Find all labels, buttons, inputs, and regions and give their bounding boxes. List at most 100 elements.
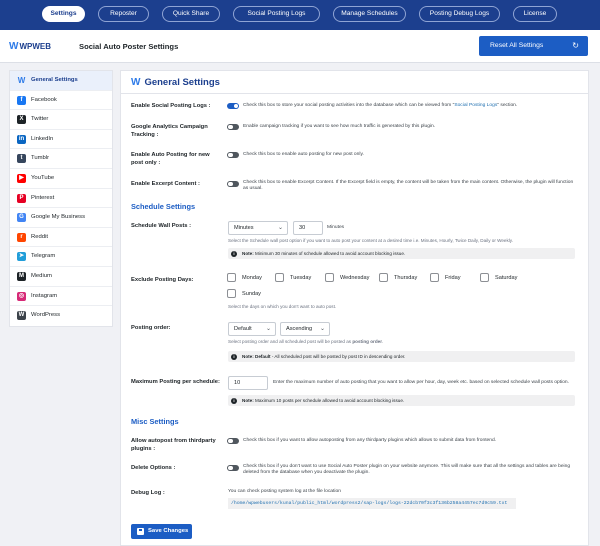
day-saturday-checkbox[interactable]: Saturday xyxy=(480,273,517,282)
checkbox[interactable] xyxy=(325,273,334,282)
tab-settings[interactable]: Settings xyxy=(42,6,85,22)
checkbox[interactable] xyxy=(379,273,388,282)
excerpt-description: Check this box to enable Excerpt Content… xyxy=(243,180,574,192)
sidebar-item-telegram[interactable]: ➤ Telegram xyxy=(10,247,112,267)
tab-social-posting-logs[interactable]: Social Posting Logs xyxy=(233,6,320,22)
day-wednesday-checkbox[interactable]: Wednesday xyxy=(325,273,369,282)
exclude-days-label: Exclude Posting Days: xyxy=(131,277,194,283)
sidebar-item-label: WordPress xyxy=(31,312,61,319)
telegram-icon: ➤ xyxy=(17,252,26,262)
debug-log-description: You can check posting system log at the … xyxy=(228,489,341,494)
tab-posting-debug-logs[interactable]: Posting Debug Logs xyxy=(419,6,500,22)
wpweb-logo-icon: W xyxy=(131,77,141,88)
excerpt-toggle[interactable] xyxy=(227,180,239,187)
enable-logs-label: Enable Social Posting Logs : xyxy=(131,103,211,109)
top-navigation: Settings Reposter Quick Share Social Pos… xyxy=(0,0,600,30)
sidebar-item-label: Instagram xyxy=(31,292,58,299)
tab-reposter[interactable]: Reposter xyxy=(98,6,149,22)
social-posting-logs-link[interactable]: Social Posting Logs xyxy=(454,103,497,108)
reset-button-label: Reset All Settings xyxy=(490,42,544,49)
info-icon: i xyxy=(231,250,237,257)
ga-tracking-toggle[interactable] xyxy=(227,123,239,130)
max-posting-input[interactable]: 10 xyxy=(228,376,268,390)
tumblr-icon: t xyxy=(17,154,26,164)
settings-header: WWPWEB Social Auto Poster Settings Reset… xyxy=(0,30,600,63)
reddit-icon: r xyxy=(17,232,26,242)
ga-tracking-description: Enable campaign tracking if you want to … xyxy=(243,124,436,129)
sidebar-item-label: Medium xyxy=(31,272,52,279)
delete-options-toggle[interactable] xyxy=(227,464,239,471)
checkbox[interactable] xyxy=(430,273,439,282)
misc-settings-heading: Misc Settings xyxy=(131,417,179,426)
max-posting-label: Maximum Posting per schedule: xyxy=(131,379,220,385)
thirdparty-toggle[interactable] xyxy=(227,437,239,444)
delete-options-description: Check this box if you don't want to use … xyxy=(243,464,571,476)
schedule-value-input[interactable]: 30 xyxy=(293,221,323,235)
sidebar-item-pinterest[interactable]: P Pinterest xyxy=(10,189,112,209)
wpweb-logo: WWPWEB xyxy=(9,41,52,52)
schedule-hint: Select the Schedule wall post option if … xyxy=(228,238,514,243)
day-sunday-checkbox[interactable]: Sunday xyxy=(227,289,261,298)
posting-order-hint: Select posting order and all scheduled p… xyxy=(228,339,384,344)
schedule-wall-label: Schedule Wall Posts : xyxy=(131,223,192,229)
reset-all-settings-button[interactable]: Reset All Settings ↻ xyxy=(479,36,588,56)
sidebar-item-twitter[interactable]: X Twitter xyxy=(10,110,112,130)
sidebar-item-label: Google My Business xyxy=(31,214,86,221)
info-icon: i xyxy=(231,353,237,360)
auto-new-description: Check this box to enable auto posting fo… xyxy=(243,152,364,157)
posting-order-direction-select[interactable]: Ascending ⌄ xyxy=(280,322,330,336)
sidebar-item-label: Telegram xyxy=(31,253,56,260)
save-changes-button[interactable]: Save Changes xyxy=(131,524,192,539)
checkbox[interactable] xyxy=(227,289,236,298)
save-icon xyxy=(137,528,144,535)
day-thursday-checkbox[interactable]: Thursday xyxy=(379,273,417,282)
checkbox[interactable] xyxy=(480,273,489,282)
day-monday-checkbox[interactable]: Monday xyxy=(227,273,262,282)
instagram-icon: ◎ xyxy=(17,291,26,301)
day-tuesday-checkbox[interactable]: Tuesday xyxy=(275,273,311,282)
sidebar-item-label: General Settings xyxy=(31,77,78,83)
reset-icon: ↻ xyxy=(572,41,579,50)
sidebar-item-label: YouTube xyxy=(31,174,55,181)
tab-manage-schedules[interactable]: Manage Schedules xyxy=(333,6,406,22)
debug-log-label: Debug Log : xyxy=(131,490,165,496)
pinterest-icon: P xyxy=(17,193,26,203)
tab-license[interactable]: License xyxy=(513,6,557,22)
youtube-icon: ▶ xyxy=(17,173,26,183)
ga-tracking-label: Google Analytics Campaign Tracking : xyxy=(131,124,208,138)
delete-options-label: Delete Options : xyxy=(131,465,176,471)
sidebar-item-linkedin[interactable]: in LinkedIn xyxy=(10,130,112,150)
sidebar-item-facebook[interactable]: f Facebook xyxy=(10,91,112,111)
sidebar-item-label: Facebook xyxy=(31,96,57,103)
exclude-days-hint: Select the days on which you don't want … xyxy=(228,304,337,309)
schedule-unit-select[interactable]: Minutes ⌄ xyxy=(228,221,288,235)
auto-new-label: Enable Auto Posting for new post only : xyxy=(131,152,210,166)
thirdparty-description: Check this box if you want to allow auto… xyxy=(243,438,497,443)
checkbox[interactable] xyxy=(275,273,284,282)
panel-title: W General Settings xyxy=(131,77,220,88)
medium-icon: M xyxy=(17,271,26,281)
twitter-icon: X xyxy=(17,115,26,125)
sidebar-item-google-my-business[interactable]: G Google My Business xyxy=(10,208,112,228)
auto-new-toggle[interactable] xyxy=(227,151,239,158)
sidebar-item-label: Twitter xyxy=(31,116,49,123)
sidebar-item-tumblr[interactable]: t Tumblr xyxy=(10,149,112,169)
schedule-note: i Note: Minimum 30 minutes of schedule al… xyxy=(228,248,575,259)
google-my-business-icon: G xyxy=(17,213,26,223)
sidebar-item-instagram[interactable]: ◎ Instagram xyxy=(10,287,112,307)
sidebar-item-youtube[interactable]: ▶ YouTube xyxy=(10,169,112,189)
sidebar-item-medium[interactable]: M Medium xyxy=(10,267,112,287)
checkbox[interactable] xyxy=(227,273,236,282)
day-friday-checkbox[interactable]: Friday xyxy=(430,273,461,282)
sidebar-item-label: Reddit xyxy=(31,233,49,240)
sidebar-item-reddit[interactable]: r Reddit xyxy=(10,228,112,248)
chevron-down-icon: ⌄ xyxy=(319,326,325,332)
sidebar-item-general-settings[interactable]: W General Settings xyxy=(10,71,112,91)
wpweb-logo-icon: W xyxy=(9,41,19,52)
info-icon: i xyxy=(231,397,237,404)
tab-quick-share[interactable]: Quick Share xyxy=(162,6,220,22)
enable-logs-toggle[interactable] xyxy=(227,102,239,109)
posting-order-by-select[interactable]: Default ⌄ xyxy=(228,322,276,336)
page-title: Social Auto Poster Settings xyxy=(79,42,179,51)
sidebar-item-wordpress[interactable]: W WordPress xyxy=(10,306,112,326)
